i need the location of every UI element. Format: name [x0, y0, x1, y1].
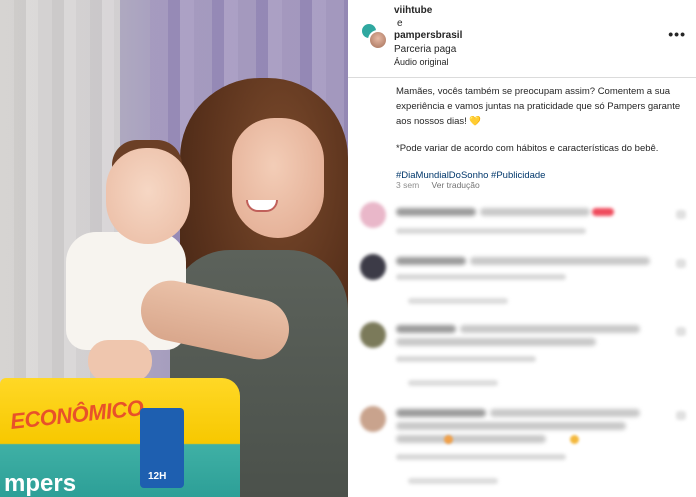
- comment-username: [396, 257, 466, 265]
- paid-partnership-label[interactable]: Parceria paga: [394, 44, 456, 55]
- post-caption: Mamães, vocês também se preocupam assim?…: [396, 84, 686, 195]
- list-item: [360, 254, 690, 310]
- post-header: viihtube e pampersbrasil Parceria paga Á…: [348, 0, 696, 78]
- avatar[interactable]: [360, 406, 386, 432]
- more-options-icon[interactable]: •••: [668, 26, 686, 42]
- comment-username: [396, 325, 456, 333]
- collab-avatars[interactable]: [360, 22, 388, 50]
- view-replies[interactable]: [408, 478, 498, 484]
- comment-text: [396, 422, 626, 430]
- pack-badge: 12H: [140, 408, 184, 488]
- comment-username: [396, 409, 486, 417]
- avatar[interactable]: [368, 30, 388, 50]
- list-item: [360, 202, 690, 242]
- emoji-icon: [570, 435, 579, 444]
- view-replies[interactable]: [408, 298, 508, 304]
- author-conjunction: e: [397, 18, 403, 29]
- post-details: viihtube e pampersbrasil Parceria paga Á…: [348, 0, 696, 497]
- like-icon[interactable]: [676, 327, 686, 336]
- comments-list: [348, 196, 696, 497]
- woman-face: [232, 118, 324, 238]
- yellow-heart-icon: 💛: [469, 116, 482, 127]
- comment-meta: [396, 454, 566, 460]
- baby-leg: [88, 340, 152, 382]
- heart-emoji-icon: [592, 208, 614, 216]
- author-username[interactable]: viihtube: [394, 5, 432, 16]
- post-media[interactable]: ECONÔMICO 12H mpers: [0, 0, 348, 497]
- like-icon[interactable]: [676, 210, 686, 219]
- pack-brand: mpers: [4, 470, 77, 497]
- view-replies[interactable]: [408, 380, 498, 386]
- post-meta: 3 sem Ver tradução: [396, 180, 480, 190]
- post-time: 3 sem: [396, 180, 420, 190]
- comment-text: [460, 325, 640, 333]
- emoji-icon: [444, 435, 453, 444]
- list-item: [360, 322, 690, 394]
- comment-meta: [396, 274, 566, 280]
- comment-meta: [396, 228, 586, 234]
- comment-text: [480, 208, 590, 216]
- avatar[interactable]: [360, 322, 386, 348]
- comment-text: [470, 257, 650, 265]
- avatar[interactable]: [360, 202, 386, 228]
- like-icon[interactable]: [676, 411, 686, 420]
- avatar[interactable]: [360, 254, 386, 280]
- comment-username: [396, 208, 476, 216]
- comment-text: [396, 338, 596, 346]
- like-icon[interactable]: [676, 259, 686, 268]
- comment-text: [490, 409, 640, 417]
- translate-link[interactable]: Ver tradução: [432, 180, 480, 190]
- baby-face: [106, 148, 190, 244]
- list-item: [360, 406, 690, 492]
- comment-meta: [396, 356, 536, 362]
- collab-username[interactable]: pampersbrasil: [394, 30, 462, 41]
- caption-text: Mamães, vocês também se preocupam assim?…: [396, 86, 681, 127]
- caption-disclaimer: *Pode variar de acordo com hábitos e car…: [396, 143, 659, 154]
- pack-badge-text: 12H: [148, 471, 167, 482]
- comment-text: [396, 435, 546, 443]
- audio-label[interactable]: Áudio original: [394, 57, 449, 67]
